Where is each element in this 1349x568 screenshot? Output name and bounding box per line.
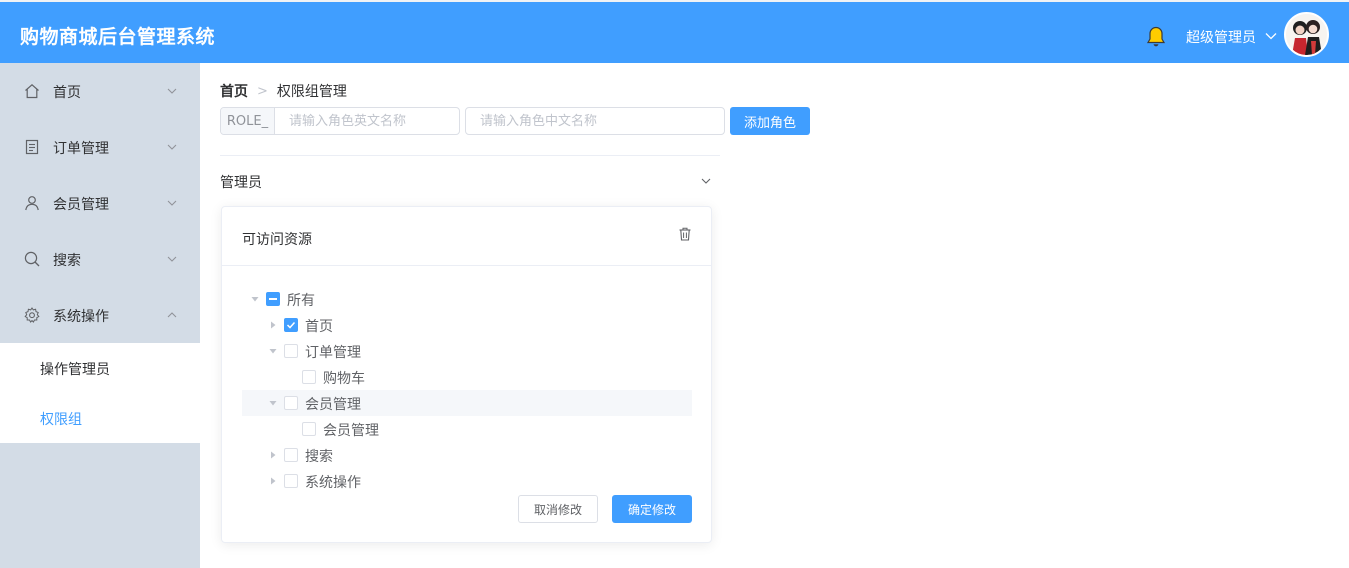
cancel-button[interactable]: 取消修改 (518, 495, 598, 523)
user-name[interactable]: 超级管理员 (1186, 27, 1256, 47)
tree-node-label: 会员管理 (323, 423, 379, 439)
sidebar-item-label: 订单管理 (53, 141, 109, 157)
chevron-up-icon (167, 312, 177, 318)
card-title: 可访问资源 (242, 232, 312, 248)
sidebar-item-system[interactable]: 系统操作 (0, 287, 200, 343)
resource-card: 可访问资源 所有 首页 订单管理 购物车 会员管理 会员管理 搜索 系统操作 取… (221, 206, 712, 543)
tree-node-label: 购物车 (323, 371, 365, 387)
sidebar-item-label: 搜索 (53, 253, 81, 269)
breadcrumb-home[interactable]: 首页 (220, 81, 248, 101)
tree-checkbox[interactable] (284, 474, 298, 488)
sidebar-item-label: 首页 (53, 85, 81, 101)
breadcrumb-current: 权限组管理 (276, 84, 347, 100)
sidebar-item-search[interactable]: 搜索 (0, 231, 200, 287)
chevron-down-icon (167, 200, 177, 206)
caret-down-icon[interactable] (269, 347, 277, 355)
chevron-down-icon (167, 88, 177, 94)
tree-checkbox[interactable] (284, 448, 298, 462)
tree-node-label: 搜索 (305, 449, 333, 465)
chevron-down-icon (167, 144, 177, 150)
tree-checkbox[interactable] (302, 422, 316, 436)
chevron-down-icon[interactable] (700, 176, 712, 186)
user-avatar[interactable] (1284, 12, 1329, 57)
tree-node-system[interactable]: 系统操作 (242, 468, 692, 494)
sidebar-item-orders[interactable]: 订单管理 (0, 119, 200, 175)
tree-checkbox-indeterminate[interactable] (266, 292, 280, 306)
tree-node-members[interactable]: 会员管理 (242, 390, 692, 416)
tree-node-label: 所有 (287, 293, 315, 309)
sidebar-item-members[interactable]: 会员管理 (0, 175, 200, 231)
divider (220, 155, 720, 156)
add-role-button[interactable]: 添加角色 (730, 107, 810, 135)
home-icon (25, 84, 39, 99)
tree-node-label: 订单管理 (305, 345, 361, 361)
search-icon (24, 251, 40, 267)
card-header: 可访问资源 (222, 207, 711, 266)
tree-checkbox-checked[interactable] (284, 318, 298, 332)
top-header: 购物商城后台管理系统 超级管理员 (0, 2, 1349, 63)
caret-right-icon[interactable] (269, 477, 277, 485)
caret-right-icon[interactable] (269, 451, 277, 459)
chevron-down-icon (167, 256, 177, 262)
breadcrumb: 首页 > 权限组管理 (220, 81, 347, 101)
confirm-button[interactable]: 确定修改 (612, 495, 692, 523)
sidebar-item-label: 会员管理 (53, 197, 109, 213)
tree-node-orders[interactable]: 订单管理 (242, 338, 692, 364)
role-cn-name-input[interactable] (465, 107, 725, 135)
sidebar-subitem-operators[interactable]: 操作管理员 (0, 343, 200, 393)
tree-node-label: 首页 (305, 319, 333, 335)
chevron-down-icon[interactable] (1264, 29, 1278, 43)
role-en-input-group: ROLE_ (220, 107, 460, 135)
tree-node-home[interactable]: 首页 (242, 312, 692, 338)
document-icon (25, 139, 39, 155)
tree-node-members-child[interactable]: 会员管理 (242, 416, 692, 442)
tree-node-label: 系统操作 (305, 475, 361, 491)
avatar-illustration (1286, 14, 1327, 55)
bell-icon[interactable] (1146, 26, 1166, 48)
tree-node-label: 会员管理 (305, 397, 361, 413)
user-icon (25, 196, 39, 211)
breadcrumb-separator-icon: > (257, 83, 268, 99)
sidebar-item-label: 系统操作 (53, 309, 109, 325)
app-title: 购物商城后台管理系统 (20, 26, 216, 48)
sidebar-item-home[interactable]: 首页 (0, 63, 200, 119)
role-collapse-title[interactable]: 管理员 (220, 172, 262, 192)
caret-right-icon[interactable] (269, 321, 277, 329)
tree-checkbox[interactable] (302, 370, 316, 384)
caret-down-icon[interactable] (251, 295, 259, 303)
trash-icon[interactable] (679, 227, 691, 241)
role-prefix: ROLE_ (221, 108, 275, 134)
sidebar-subitem-label: 权限组 (40, 412, 82, 428)
gear-icon (24, 307, 40, 323)
caret-down-icon[interactable] (269, 399, 277, 407)
tree-node-search[interactable]: 搜索 (242, 442, 692, 468)
sidebar-subitem-permission-groups[interactable]: 权限组 (0, 393, 200, 443)
checkmark-icon (286, 321, 296, 329)
role-en-name-input[interactable] (275, 108, 459, 134)
sidebar-submenu-system: 操作管理员 权限组 (0, 343, 200, 443)
sidebar-subitem-label: 操作管理员 (40, 362, 110, 378)
tree-checkbox[interactable] (284, 396, 298, 410)
tree-node-all[interactable]: 所有 (242, 286, 692, 312)
tree-checkbox[interactable] (284, 344, 298, 358)
tree-node-cart[interactable]: 购物车 (242, 364, 692, 390)
sidebar: 首页 订单管理 会员管理 搜索 系统操作 (0, 63, 200, 568)
